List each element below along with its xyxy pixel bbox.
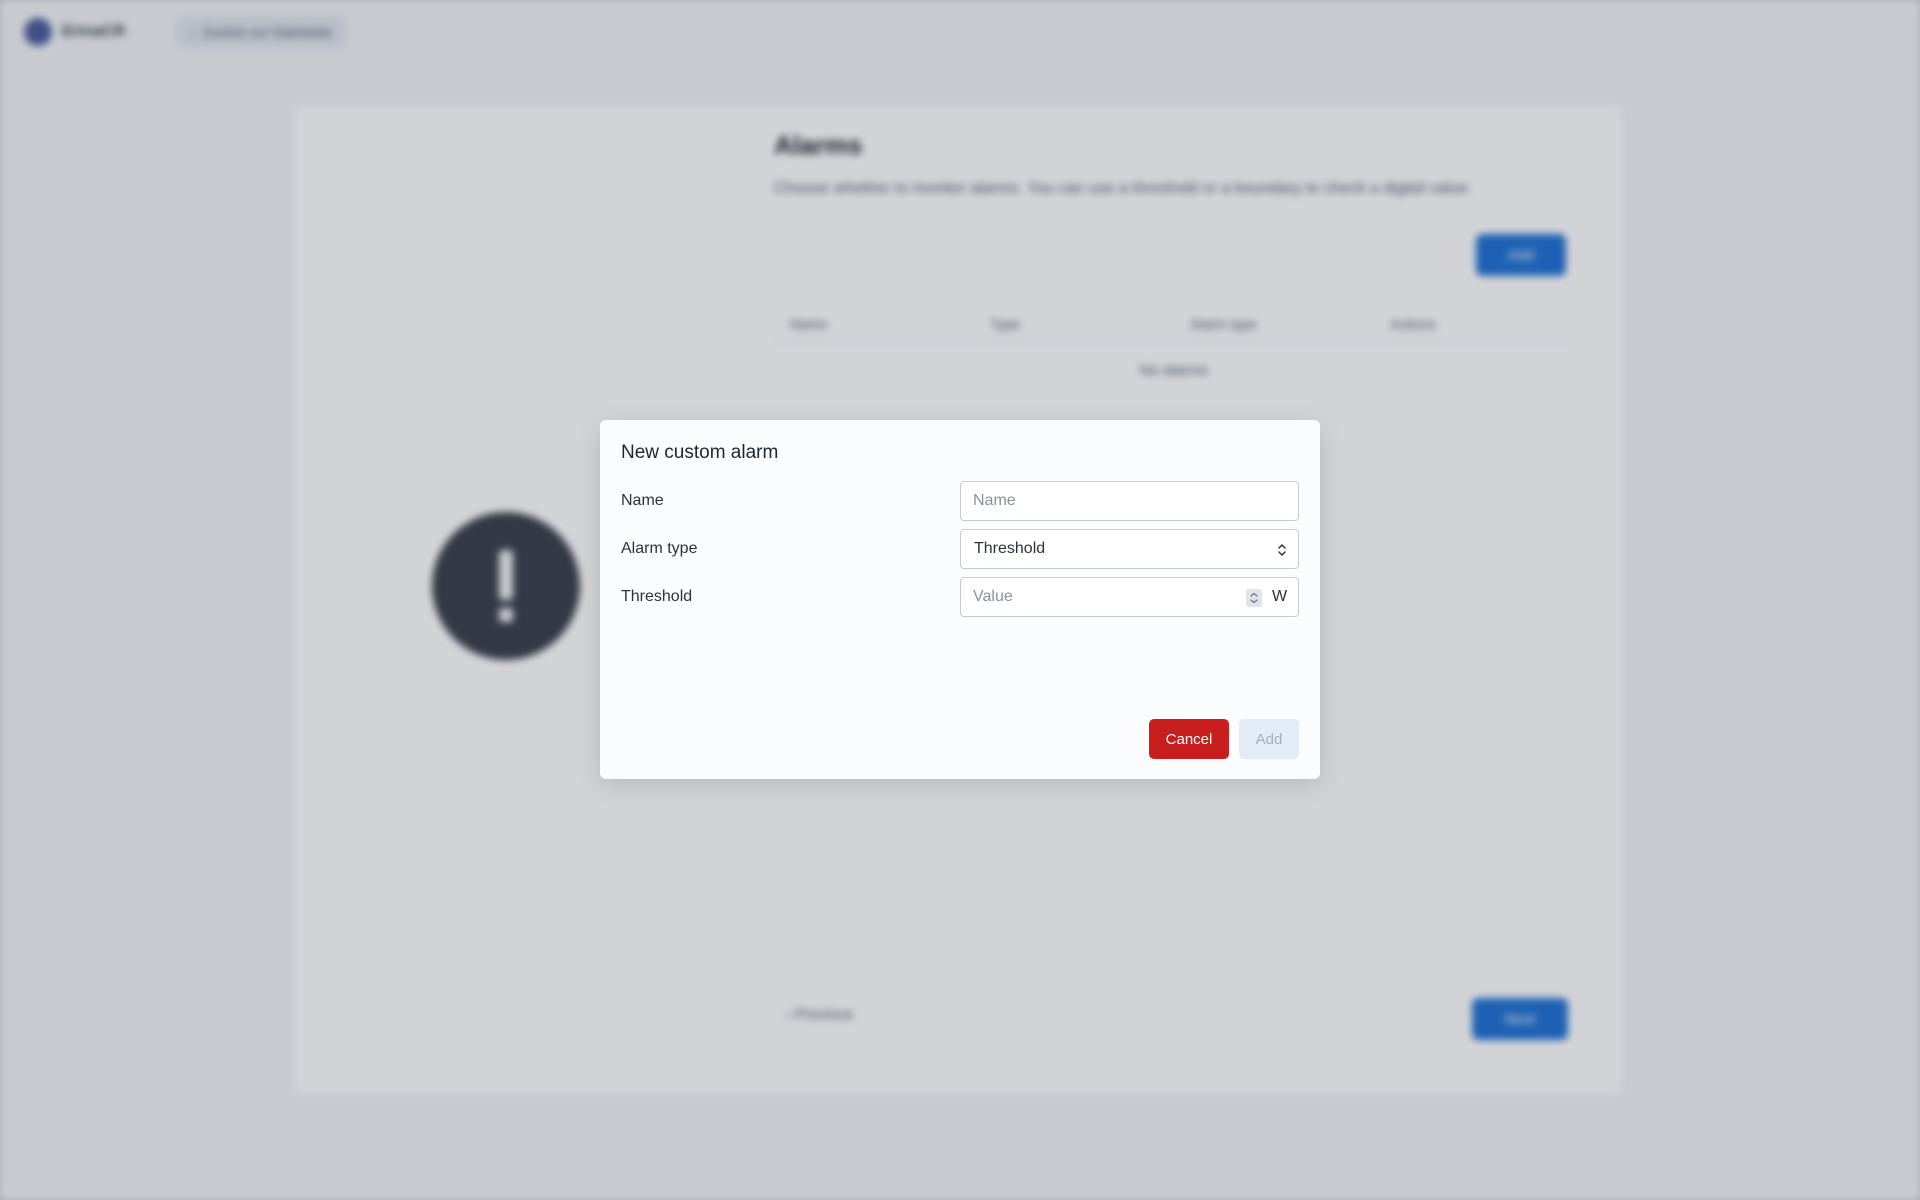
threshold-label: Threshold (621, 588, 693, 605)
threshold-unit: W (1272, 588, 1288, 605)
alarm-type-select[interactable]: Threshold (960, 529, 1299, 569)
spinner-icon[interactable] (1246, 589, 1262, 607)
dialog-title: New custom alarm (621, 442, 779, 463)
cancel-button[interactable]: Cancel (1149, 719, 1229, 759)
add-button[interactable]: Add (1239, 719, 1299, 759)
name-label: Name (621, 492, 664, 509)
new-alarm-dialog: New custom alarm Name Alarm type Thresho… (600, 420, 1320, 779)
name-input[interactable] (961, 482, 1298, 520)
alarm-type-value: Threshold (974, 540, 1046, 557)
name-field[interactable] (960, 481, 1299, 521)
threshold-input[interactable] (961, 578, 1231, 616)
alarm-type-label: Alarm type (621, 540, 698, 557)
chevron-up-down-icon (1278, 544, 1286, 556)
threshold-field: W (960, 577, 1299, 617)
